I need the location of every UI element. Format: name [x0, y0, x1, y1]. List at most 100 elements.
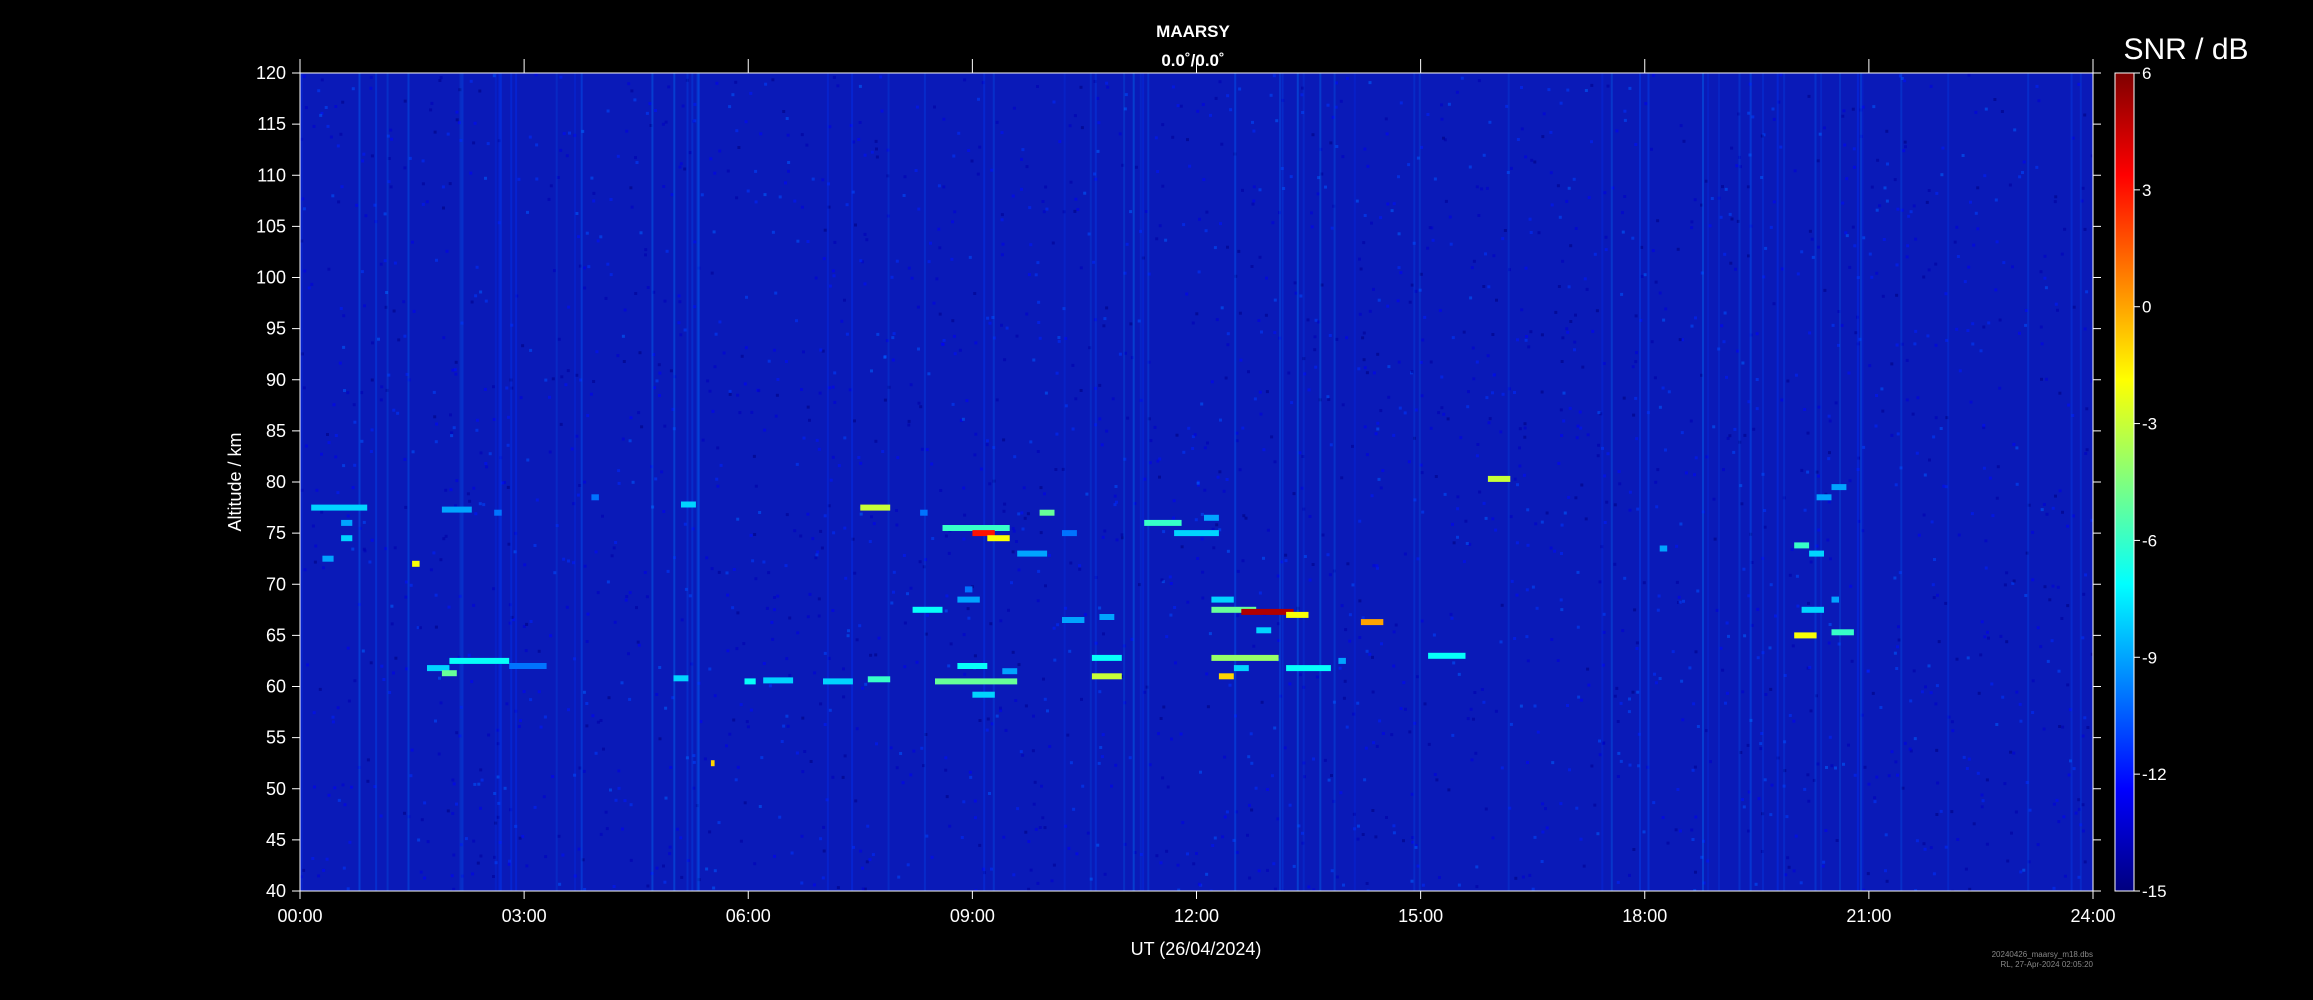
echo-feature	[1211, 596, 1234, 603]
y-tick-label: 90	[266, 370, 286, 390]
chart-subtitle: 0.0˚/0.0˚	[1161, 51, 1224, 70]
x-tick-label: 21:00	[1846, 906, 1891, 926]
echo-feature	[987, 535, 1010, 542]
echo-feature	[311, 504, 368, 511]
echo-feature	[1144, 519, 1182, 526]
colorbar-tick-label: 6	[2142, 64, 2151, 83]
echo-feature	[1091, 654, 1122, 661]
footnote-run: RL, 27-Apr-2024 02:05:20	[2000, 960, 2093, 969]
echo-feature	[1816, 494, 1832, 501]
echo-feature	[673, 675, 689, 682]
echo-feature	[972, 530, 995, 537]
echo-feature	[1801, 606, 1824, 613]
echo-feature	[1017, 550, 1048, 557]
echo-feature	[1286, 665, 1331, 672]
y-tick-label: 100	[256, 268, 286, 288]
echo-feature	[441, 506, 472, 513]
y-tick-label: 55	[266, 728, 286, 748]
x-tick-label: 09:00	[950, 906, 995, 926]
colorbar-tick-label: -12	[2142, 765, 2167, 784]
x-tick-label: 00:00	[277, 906, 322, 926]
snr-heatmap-chart: MAARSY 0.0˚/0.0˚ 00:00 03:00 06:00 09:00 12:…	[225, 22, 2249, 969]
echo-feature	[957, 663, 988, 669]
echo-feature	[341, 535, 353, 542]
echo-feature	[920, 509, 928, 516]
colorbar-tick-label: -3	[2142, 415, 2157, 434]
y-tick-label: 80	[266, 472, 286, 492]
colorbar-tick-label: -6	[2142, 531, 2157, 550]
echo-feature	[1091, 673, 1122, 680]
colorbar-label: SNR / dB	[2123, 33, 2248, 66]
echo-feature	[1428, 652, 1466, 659]
colorbar-tick-label: -15	[2142, 882, 2167, 901]
echo-feature	[1062, 617, 1085, 623]
echo-feature	[1099, 614, 1115, 620]
x-tick-label: 12:00	[1174, 906, 1219, 926]
y-tick-label: 115	[257, 114, 286, 134]
echo-feature	[441, 670, 457, 677]
echo-feature	[972, 691, 995, 698]
echo-feature	[1211, 654, 1279, 661]
echo-feature	[427, 665, 450, 672]
echo-feature	[1809, 550, 1824, 557]
echo-feature	[912, 606, 943, 613]
x-tick-label: 06:00	[726, 906, 771, 926]
echo-feature	[1233, 665, 1249, 672]
y-tick-label: 120	[256, 63, 286, 83]
y-tick-label: 60	[266, 677, 286, 697]
echo-feature	[1831, 596, 1839, 603]
echo-feature	[322, 555, 334, 562]
echo-feature	[681, 501, 696, 508]
echo-feature	[412, 560, 420, 567]
echo-feature	[860, 504, 891, 511]
y-tick-label: 95	[266, 319, 286, 339]
echo-feature	[1002, 668, 1018, 675]
echo-feature	[957, 596, 980, 603]
echo-feature	[1204, 514, 1219, 521]
echo-feature	[763, 677, 794, 684]
y-tick-label: 50	[266, 779, 286, 799]
echo-feature	[449, 657, 510, 664]
echo-feature	[1794, 632, 1817, 639]
echo-feature	[710, 760, 715, 767]
colorbar-tick-label: -9	[2142, 648, 2157, 667]
echo-feature	[935, 678, 1018, 685]
echo-feature	[823, 678, 853, 685]
echo-feature	[591, 494, 599, 501]
x-tick-label: 24:00	[2070, 906, 2115, 926]
echo-feature	[1487, 475, 1511, 482]
y-tick-label: 110	[257, 165, 286, 185]
colorbar-tick-label: 3	[2142, 181, 2151, 200]
x-axis-label: UT (26/04/2024)	[1131, 939, 1262, 959]
plot-area	[300, 73, 2093, 891]
heatmap-background	[300, 73, 2093, 891]
y-tick-label: 40	[266, 881, 286, 901]
y-axis-label: Altitude / km	[225, 432, 245, 531]
colorbar-ticks: 6 3 0 -3 -6 -9 -12 -15	[2134, 64, 2167, 901]
colorbar	[2114, 72, 2135, 892]
echo-feature	[1794, 542, 1810, 549]
y-tick-label: 85	[266, 421, 286, 441]
y-tick-label: 105	[256, 216, 286, 236]
x-tick-label: 03:00	[502, 906, 547, 926]
echo-feature	[1241, 608, 1294, 615]
echo-feature	[1256, 627, 1272, 634]
echo-feature	[1062, 530, 1077, 537]
echo-feature	[1659, 545, 1668, 552]
echo-feature	[1338, 657, 1346, 664]
echo-feature	[1218, 673, 1234, 680]
footnote-file: 20240426_maarsy_m18.dbs	[1992, 950, 2093, 959]
echo-feature	[494, 509, 502, 516]
echo-feature	[1831, 629, 1854, 636]
echo-feature	[964, 586, 973, 593]
echo-feature	[1360, 619, 1384, 626]
x-tick-label: 18:00	[1622, 906, 1667, 926]
echo-feature	[867, 676, 891, 683]
echo-feature	[509, 663, 547, 669]
echo-feature	[1831, 484, 1847, 491]
y-tick-label: 70	[266, 574, 286, 594]
echo-feature	[1039, 509, 1055, 516]
echo-feature	[341, 519, 353, 526]
y-tick-label: 65	[266, 625, 286, 645]
echo-feature	[744, 678, 756, 685]
